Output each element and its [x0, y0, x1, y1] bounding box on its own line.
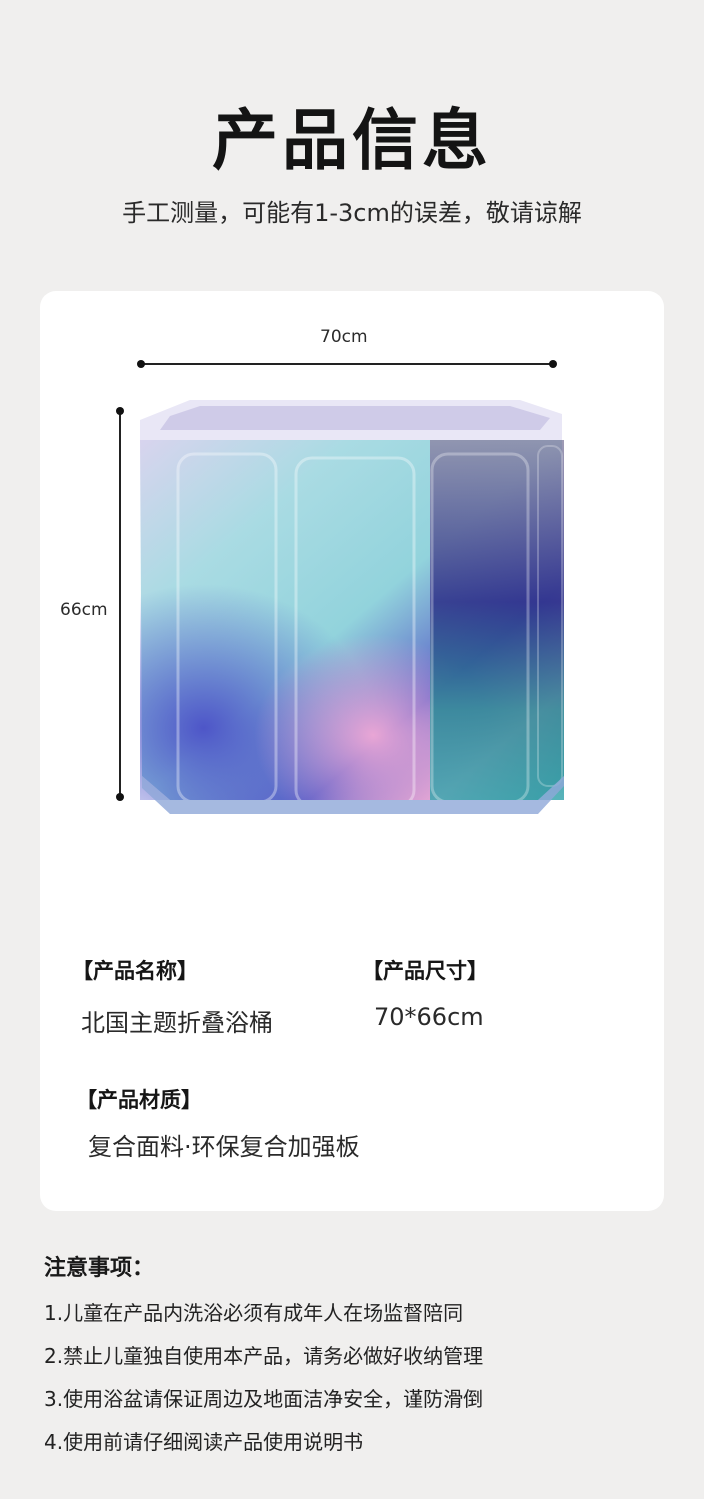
note-item-1: 1.儿童在产品内洗浴必须有成年人在场监督陪同 — [44, 1301, 464, 1325]
height-dimension-top-dot — [116, 407, 124, 415]
note-item-3: 3.使用浴盆请保证周边及地面洁净安全，谨防滑倒 — [44, 1387, 484, 1411]
product-material-value: 复合面料·环保复合加强板 — [88, 1133, 360, 1161]
product-name-value: 北国主题折叠浴桶 — [81, 1009, 273, 1037]
product-material-heading: 【产品材质】 — [76, 1088, 202, 1112]
product-size-value: 70*66cm — [374, 1003, 484, 1031]
height-dimension-label: 66cm — [60, 600, 108, 620]
product-size-heading: 【产品尺寸】 — [362, 959, 488, 983]
height-dimension-line — [119, 411, 121, 797]
note-item-2: 2.禁止儿童独自使用本产品，请务必做好收纳管理 — [44, 1344, 484, 1368]
width-dimension-end-dot — [549, 360, 557, 368]
product-name-heading: 【产品名称】 — [72, 959, 198, 983]
folding-bathtub-image — [140, 400, 564, 814]
note-item-4: 4.使用前请仔细阅读产品使用说明书 — [44, 1430, 364, 1454]
height-dimension-bottom-dot — [116, 793, 124, 801]
width-dimension-line — [141, 363, 553, 365]
notes-title: 注意事项： — [44, 1256, 155, 1281]
page-title: 产品信息 — [212, 102, 492, 179]
width-dimension-label: 70cm — [320, 327, 368, 347]
page-subtitle: 手工测量，可能有1-3cm的误差，敬请谅解 — [122, 199, 582, 227]
width-dimension-start-dot — [137, 360, 145, 368]
